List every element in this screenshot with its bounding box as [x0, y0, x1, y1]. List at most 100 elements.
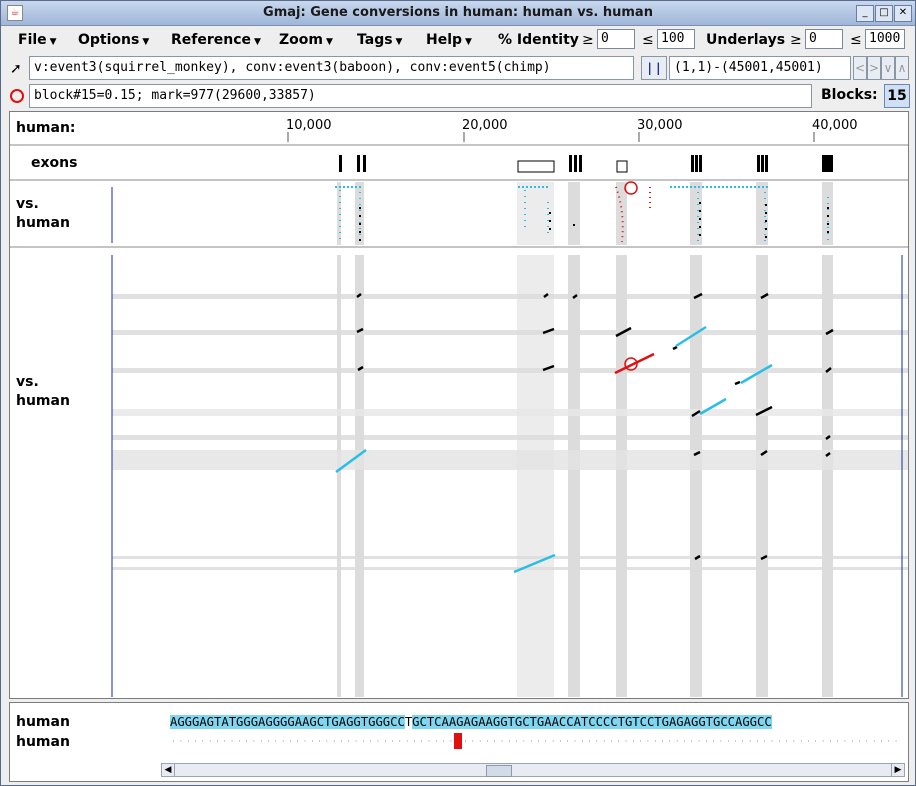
underlay	[822, 182, 833, 245]
underlay	[822, 255, 833, 697]
underlay	[337, 182, 341, 245]
chevron-down-icon: ▼	[254, 37, 261, 47]
chevron-down-icon: ▼	[49, 37, 57, 47]
exon-mark	[761, 155, 764, 172]
small-plot-label-vs: vs.	[16, 196, 39, 212]
small-plot-dots	[335, 181, 829, 243]
exon-mark	[574, 155, 577, 172]
underlay	[112, 450, 908, 470]
menu-reference[interactable]: Reference ▼	[171, 32, 261, 48]
ruler-tick-label: 30,000	[637, 118, 683, 133]
underlay	[355, 255, 364, 697]
menu-tags[interactable]: Tags ▼	[357, 32, 402, 48]
segment	[734, 380, 741, 386]
sequence-right: GCTCAAGAGAAGGTGCTGAACCATCCCCTGTCCTGAGAGG…	[412, 715, 772, 729]
maximize-button[interactable]: □	[875, 5, 893, 22]
underlay	[690, 255, 702, 697]
nav-down-button[interactable]: ∨	[881, 56, 895, 80]
title-bar[interactable]: ☕ Gmaj: Gene conversions in human: human…	[1, 1, 915, 26]
exon-box	[616, 160, 628, 173]
scroll-right-arrow-icon[interactable]: ▶	[891, 764, 904, 776]
menu-options[interactable]: Options ▼	[78, 32, 149, 48]
match-dots	[170, 740, 900, 742]
underlay	[112, 556, 908, 559]
underlays-min-input[interactable]: 0	[805, 29, 843, 49]
menu-help[interactable]: Help ▼	[426, 32, 472, 48]
sequence-row-label: human	[16, 714, 70, 730]
underlay	[616, 255, 627, 697]
underlay	[517, 182, 554, 245]
exon-mark	[695, 155, 698, 172]
identity-label: % Identity	[498, 32, 579, 48]
app-window: ☕ Gmaj: Gene conversions in human: human…	[0, 0, 916, 786]
underlay	[517, 255, 554, 697]
identity-max-input[interactable]: 100	[657, 29, 695, 49]
axis-bar-button[interactable]: | |	[641, 56, 667, 80]
plot-panel: human: 10,000 20,000 30,000 40,000 exons…	[9, 111, 909, 699]
big-plot-label-vs: vs.	[16, 374, 39, 390]
underlay	[568, 255, 580, 697]
blocks-label: Blocks:	[821, 87, 878, 103]
geq-symbol-2: ≥	[790, 32, 802, 48]
underlay	[112, 330, 908, 335]
ruler-label: human:	[16, 120, 76, 136]
range-field[interactable]: (1,1)-(45001,45001)	[669, 56, 851, 80]
minimize-button[interactable]: _	[856, 5, 874, 22]
menu-file[interactable]: File ▼	[18, 32, 57, 48]
exon-mark	[357, 155, 360, 172]
underlay	[112, 567, 908, 570]
ruler-tick-label: 40,000	[812, 118, 858, 133]
exon-mark	[579, 155, 582, 172]
scroll-left-arrow-icon[interactable]: ◀	[162, 764, 175, 776]
leq-symbol-2: ≤	[850, 32, 862, 48]
segment	[672, 345, 678, 351]
close-button[interactable]: ✕	[894, 5, 912, 22]
big-plot-underlays	[337, 255, 833, 697]
exon-mark	[699, 155, 702, 172]
nav-right-button[interactable]: >	[867, 56, 881, 80]
leq-symbol: ≤	[642, 32, 654, 48]
mark-circle-icon[interactable]	[10, 89, 24, 103]
plot-canvas[interactable]	[10, 112, 908, 698]
nav-left-button[interactable]: <	[853, 56, 867, 80]
pointer-icon[interactable]: ➚	[10, 61, 22, 77]
identity-min-input[interactable]: 0	[597, 29, 635, 49]
ruler-tick-label: 20,000	[462, 118, 508, 133]
position-marker	[454, 733, 462, 749]
scroll-thumb[interactable]	[486, 765, 512, 777]
underlay	[112, 294, 908, 299]
chevron-down-icon: ▼	[325, 37, 333, 47]
exon-mark	[765, 155, 768, 172]
small-plot-label-human: human	[16, 215, 70, 231]
geq-symbol: ≥	[582, 32, 594, 48]
ruler-tick-label: 10,000	[286, 118, 332, 133]
chevron-down-icon: ▼	[395, 37, 403, 47]
sequence-left: AGGGAGTATGGGAGGGGAAGCTGAGGTGGGCC	[170, 715, 405, 729]
menu-bar: File ▼ Options ▼ Reference ▼ Zoom ▼ Tags ▼ He…	[1, 26, 915, 54]
ruler-ticks	[287, 132, 815, 142]
exon-mark	[691, 155, 694, 172]
selection-field[interactable]: v:event3(squirrel_monkey), conv:event3(b…	[29, 56, 634, 80]
chevron-down-icon: ▼	[142, 37, 150, 47]
status-row: block#15=0.15; mark=977(29600,33857) Blo…	[1, 83, 915, 109]
underlay	[337, 255, 341, 697]
menu-zoom[interactable]: Zoom ▼	[279, 32, 333, 48]
small-plot-underlays	[337, 182, 833, 245]
horizontal-scrollbar[interactable]: ◀ ▶	[161, 763, 905, 777]
big-plot-h-underlays	[112, 294, 908, 570]
nav-up-button[interactable]: ∧	[895, 56, 909, 80]
exon-mark	[339, 155, 342, 172]
selection-row: ➚ v:event3(squirrel_monkey), conv:event3…	[1, 55, 915, 83]
underlay	[112, 409, 908, 416]
blocks-count-badge[interactable]: 15	[884, 84, 910, 108]
underlay	[112, 435, 908, 440]
underlays-max-input[interactable]: 1000	[865, 29, 905, 49]
exon-mark	[569, 155, 572, 172]
status-field: block#15=0.15; mark=977(29600,33857)	[29, 84, 812, 108]
exon-mark	[757, 155, 760, 172]
underlay	[568, 182, 580, 245]
big-plot-label-human: human	[16, 393, 70, 409]
sequence-row-label: human	[16, 734, 70, 750]
exons-label: exons	[31, 155, 78, 171]
sequence-line: AGGGAGTATGGGAGGGGAAGCTGAGGTGGGCCTGCTCAAG…	[170, 715, 900, 729]
